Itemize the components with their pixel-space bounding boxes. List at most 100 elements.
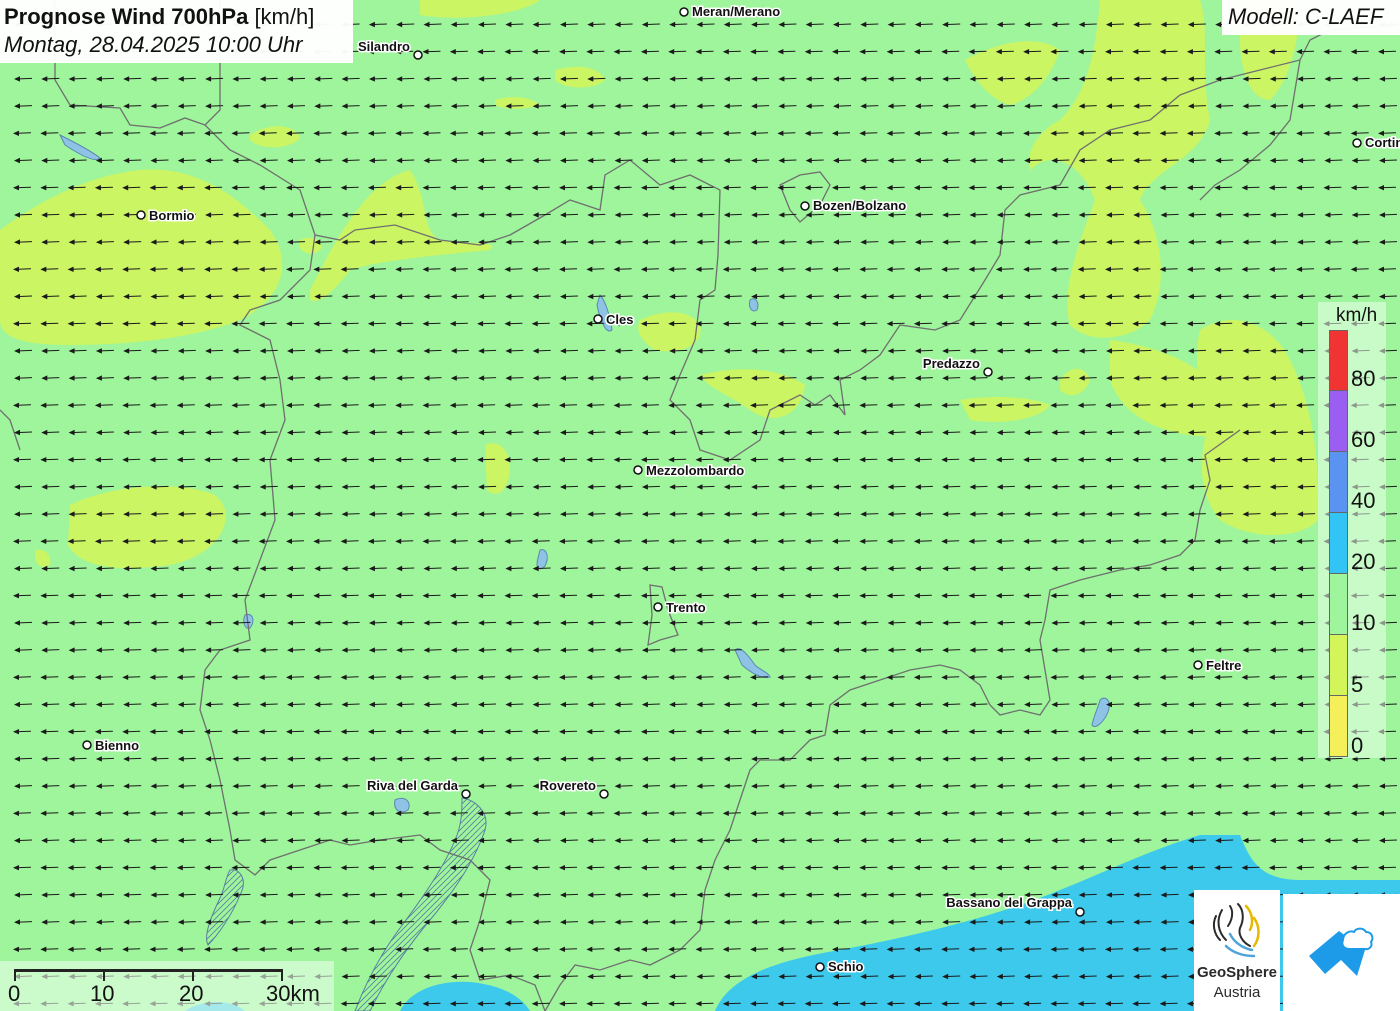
wind-map[interactable]: Meran/Merano Silandro Bormio Bozen/Bolza… xyxy=(0,0,1400,1011)
city-marker-meran[interactable] xyxy=(679,7,689,17)
wind-arrowhead xyxy=(1105,674,1111,680)
wind-arrowhead xyxy=(587,756,594,762)
wind-arrowhead xyxy=(287,239,293,245)
city-mezzolombardo[interactable]: Mezzolombardo xyxy=(633,462,746,480)
wind-arrowhead xyxy=(696,892,703,898)
wind-arrowhead xyxy=(859,185,866,191)
city-rovereto[interactable]: Rovereto xyxy=(538,777,609,799)
wind-arrowhead xyxy=(805,647,812,653)
wind-arrowhead xyxy=(859,402,866,408)
wind-arrowhead xyxy=(969,348,976,354)
city-marker-trento[interactable] xyxy=(653,602,663,612)
wind-arrowhead xyxy=(396,973,403,980)
wind-arrowhead xyxy=(1296,538,1303,544)
wind-arrowhead xyxy=(559,538,565,544)
wind-arrowhead xyxy=(1268,130,1275,136)
wind-arrowhead xyxy=(969,157,976,164)
wind-arrowhead xyxy=(94,130,101,136)
wind-arrowhead xyxy=(1051,293,1058,300)
wind-arrowhead xyxy=(778,348,785,354)
weather-app-logo[interactable] xyxy=(1283,894,1400,1011)
city-marker-feltre[interactable] xyxy=(1193,660,1203,670)
wind-arrowhead xyxy=(259,157,266,164)
city-marker-schio[interactable] xyxy=(815,962,825,972)
city-cortina[interactable]: Cortin xyxy=(1352,134,1400,152)
geosphere-logo[interactable]: GeoSphere Austria xyxy=(1194,890,1280,1011)
city-marker-bormio[interactable] xyxy=(136,210,146,220)
wind-arrowhead xyxy=(1133,565,1140,572)
wind-arrowhead xyxy=(367,865,374,871)
wind-arrowhead xyxy=(750,457,757,463)
wind-arrowhead xyxy=(996,212,1003,218)
wind-arrowhead xyxy=(1297,620,1304,626)
wind-arrowhead xyxy=(287,212,293,218)
wind-arrowhead xyxy=(259,565,266,572)
wind-arrowhead xyxy=(559,49,565,55)
wind-arrowhead xyxy=(1050,810,1057,816)
wind-arrowhead xyxy=(969,511,976,517)
wind-arrowhead xyxy=(1378,185,1384,191)
wind-arrowhead xyxy=(641,973,648,980)
wind-arrowhead xyxy=(287,565,293,572)
city-bienno[interactable]: Bienno xyxy=(82,737,141,755)
wind-arrowhead xyxy=(996,620,1003,626)
city-marker-bassano-del-grappa[interactable] xyxy=(1075,907,1085,917)
wind-arrowhead xyxy=(531,130,538,136)
wind-arrowhead xyxy=(1160,293,1167,300)
city-marker-cortina[interactable] xyxy=(1352,138,1362,148)
wind-arrowhead xyxy=(1297,239,1304,245)
wind-arrowhead xyxy=(587,620,594,626)
wind-arrowhead xyxy=(177,701,184,708)
wind-arrowhead xyxy=(68,892,75,898)
wind-arrowhead xyxy=(860,76,867,82)
wind-arrowhead xyxy=(1351,783,1358,789)
city-bozen[interactable]: Bozen/Bolzano xyxy=(800,197,908,215)
wind-arrowhead xyxy=(13,865,19,871)
wind-arrowhead xyxy=(1051,21,1058,28)
city-feltre[interactable]: Feltre xyxy=(1193,657,1243,675)
wind-arrowhead xyxy=(504,593,511,599)
wind-arrowhead xyxy=(1024,239,1031,245)
wind-arrowhead xyxy=(614,565,621,572)
wind-arrowhead xyxy=(751,647,758,653)
city-marker-mezzolombardo[interactable] xyxy=(633,465,643,475)
wind-arrowhead xyxy=(177,157,184,164)
wind-arrowhead xyxy=(804,538,811,544)
wind-arrowhead xyxy=(422,321,429,327)
wind-arrowhead xyxy=(94,946,101,952)
wind-arrowhead xyxy=(367,946,374,952)
wind-arrowhead xyxy=(341,293,348,300)
wind-arrowhead xyxy=(123,157,130,164)
city-trento[interactable]: Trento xyxy=(653,599,707,617)
city-marker-bienno[interactable] xyxy=(82,740,92,750)
wind-arrowhead xyxy=(996,783,1003,789)
wind-arrowhead xyxy=(968,729,975,735)
city-silandro[interactable]: Silandro xyxy=(356,38,423,60)
wind-arrowhead xyxy=(1106,565,1112,572)
wind-arrowhead xyxy=(1159,674,1166,680)
wind-arrowhead xyxy=(695,1001,702,1007)
wind-arrowhead xyxy=(751,21,758,28)
wind-arrowhead xyxy=(505,892,512,898)
city-marker-rovereto[interactable] xyxy=(599,789,609,799)
wind-arrowhead xyxy=(1187,701,1194,708)
city-marker-silandro[interactable] xyxy=(413,50,423,60)
wind-arrowhead xyxy=(641,348,648,354)
wind-arrowhead xyxy=(1024,783,1031,789)
wind-arrowhead xyxy=(259,892,266,898)
wind-arrowhead xyxy=(886,130,893,136)
city-marker-cles[interactable] xyxy=(593,314,603,324)
wind-arrowhead xyxy=(1159,593,1166,599)
wind-arrowhead xyxy=(833,429,839,436)
wind-arrowhead xyxy=(832,49,838,55)
city-marker-predazzo[interactable] xyxy=(983,367,993,377)
city-riva-del-garda[interactable]: Riva del Garda xyxy=(365,777,471,799)
city-marker-bozen[interactable] xyxy=(800,201,810,211)
wind-arrowhead xyxy=(449,185,456,191)
wind-arrowhead xyxy=(532,783,539,789)
city-predazzo[interactable]: Predazzo xyxy=(921,355,993,377)
wind-arrowhead xyxy=(1078,484,1085,490)
city-meran[interactable]: Meran/Merano xyxy=(679,3,782,21)
wind-arrowhead xyxy=(368,21,375,28)
city-marker-riva-del-garda[interactable] xyxy=(461,789,471,799)
